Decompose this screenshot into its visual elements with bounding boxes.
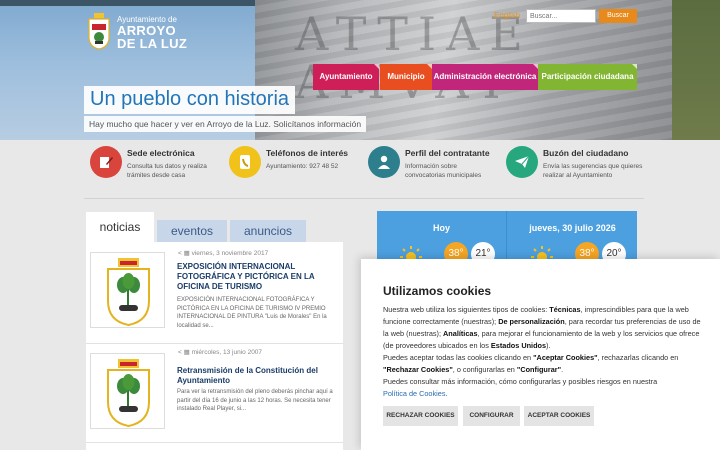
news-separator [86, 442, 343, 443]
nav-municipio[interactable]: Municipio [380, 64, 432, 90]
logo-title: ARROYO DE LA LUZ [117, 23, 188, 51]
coat-of-arms-icon [107, 258, 150, 327]
nav-ayuntamiento[interactable]: Ayuntamiento [313, 64, 379, 90]
cookie-consent-panel: Utilizamos cookies Nuestra web utiliza l… [361, 259, 720, 450]
cookie-title: Utilizamos cookies [383, 284, 492, 298]
site-logo[interactable]: Ayuntamiento de ARROYO DE LA LUZ [87, 12, 197, 58]
hero-subtitle[interactable]: Hay mucho que hacer y ver en Arroyo de l… [84, 116, 367, 132]
person-icon [368, 146, 400, 178]
hero-tree-image [672, 0, 720, 140]
calendar-icon: ▦ [183, 250, 190, 257]
news-date: < ▦ miércoles, 13 junio 2007 [178, 349, 263, 356]
news-title[interactable]: EXPOSICIÓN INTERNACIONAL FOTOGRÁFICA Y P… [177, 262, 339, 292]
nav-administracion-electronica[interactable]: Administración electrónica [432, 64, 538, 90]
news-date: < ▦ viernes, 3 noviembre 2017 [178, 250, 269, 257]
quick-links: Sede electrónica Consulta tus datos y re… [84, 142, 644, 198]
hero-banner: ATTIAEAMVAT Ayuntamiento de ARROYO DE LA… [0, 0, 720, 140]
tab-noticias[interactable]: noticias [86, 212, 154, 242]
language-link[interactable]: English [494, 11, 520, 20]
hero-title: Un pueblo con historia [84, 86, 296, 114]
search-button[interactable]: Buscar [599, 9, 637, 23]
tab-eventos[interactable]: eventos [157, 220, 227, 242]
coat-of-arms-icon [88, 13, 110, 50]
news-excerpt: EXPOSICIÓN INTERNACIONAL FOTOGRÁFICA Y P… [177, 297, 327, 329]
phone-icon [229, 146, 261, 178]
nav-participacion-ciudadana[interactable]: Participación ciudadana [538, 64, 637, 90]
share-icon[interactable]: < [178, 250, 182, 257]
news-thumbnail[interactable] [90, 252, 165, 328]
accept-cookies-button[interactable]: ACEPTAR COOKIES [524, 406, 594, 426]
news-title[interactable]: Retransmisión de la Constitución del Ayu… [177, 366, 339, 386]
share-icon[interactable]: < [178, 349, 182, 356]
pencil-icon [90, 146, 122, 178]
quick-link-sede[interactable]: Sede electrónica Consulta tus datos y re… [90, 142, 225, 198]
cookie-text: Nuestra web utiliza los siguientes tipos… [383, 305, 701, 398]
envelope-icon [506, 146, 538, 178]
reject-cookies-button[interactable]: RECHAZAR COOKIES [383, 406, 458, 426]
news-separator [86, 343, 343, 344]
quick-link-telefonos[interactable]: Teléfonos de interés Ayuntamiento: 927 4… [229, 142, 364, 198]
configure-cookies-button[interactable]: CONFIGURAR [463, 406, 520, 426]
section-divider [84, 198, 644, 199]
cookie-policy-link[interactable]: Política de Cookies [383, 389, 445, 398]
dropdown-corner-icon [632, 64, 637, 69]
coat-of-arms-icon [107, 359, 150, 428]
news-excerpt: Para ver la retransmisión del pleno debe… [177, 389, 333, 412]
news-thumbnail[interactable] [90, 353, 165, 429]
tab-anuncios[interactable]: anuncios [230, 220, 306, 242]
quick-link-perfil-contratante[interactable]: Perfil del contratante Información sobre… [368, 142, 503, 198]
news-list: < ▦ viernes, 3 noviembre 2017 EXPOSICIÓN… [86, 242, 343, 450]
dropdown-corner-icon [374, 64, 379, 69]
quick-link-buzon[interactable]: Buzón del ciudadano Envía las sugerencia… [506, 142, 644, 198]
search-input[interactable] [526, 9, 596, 23]
calendar-icon: ▦ [183, 349, 190, 356]
